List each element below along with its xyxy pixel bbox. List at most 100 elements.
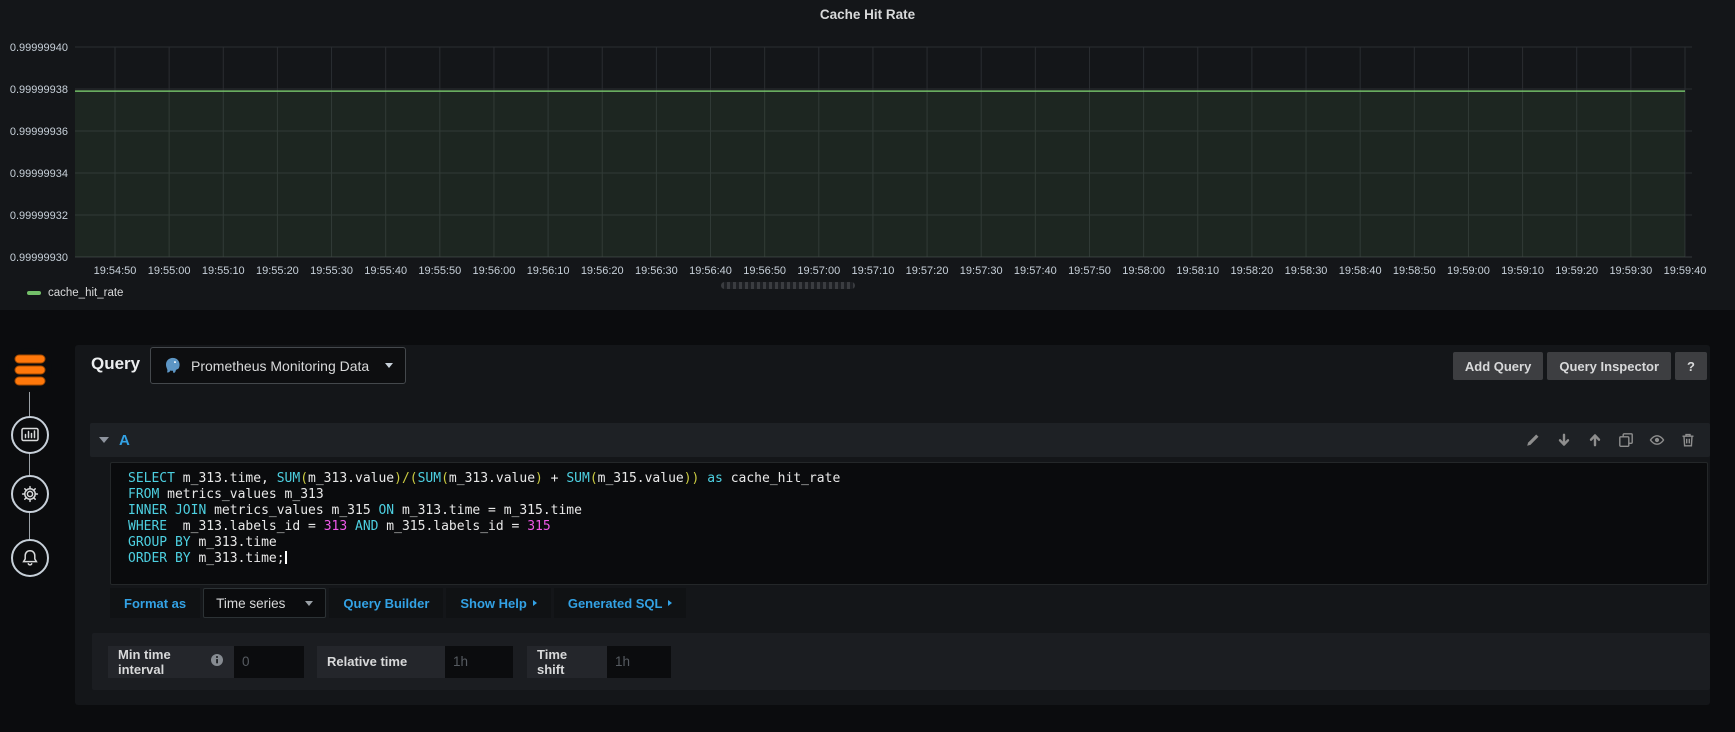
time-shift-input[interactable] bbox=[607, 645, 671, 678]
query-editor-card: Query Prometheus Monitoring Data Add Que… bbox=[75, 345, 1710, 705]
text-cursor bbox=[284, 551, 287, 564]
move-down-icon[interactable] bbox=[1556, 432, 1572, 448]
postgresql-elephant-icon bbox=[165, 357, 180, 373]
query-collapse-toggle[interactable]: A bbox=[90, 432, 130, 449]
show-help-button[interactable]: Show Help bbox=[446, 588, 551, 618]
x-tick-label: 19:56:50 bbox=[743, 265, 786, 277]
database-icon bbox=[14, 354, 46, 386]
x-tick-label: 19:55:30 bbox=[310, 265, 353, 277]
horizontal-scrollbar[interactable] bbox=[721, 282, 855, 289]
panel-title: Cache Hit Rate bbox=[819, 7, 916, 22]
bar-chart-icon bbox=[21, 427, 39, 442]
legend-series-label: cache_hit_rate bbox=[48, 287, 124, 299]
collapse-caret-icon bbox=[99, 437, 109, 443]
show-help-label: Show Help bbox=[460, 595, 527, 611]
y-tick-label: 0.99999936 bbox=[10, 126, 68, 138]
format-dropdown-value: Time series bbox=[216, 595, 286, 611]
x-tick-label: 19:59:10 bbox=[1501, 265, 1544, 277]
caret-right-icon bbox=[532, 600, 537, 606]
x-tick-label: 19:58:40 bbox=[1339, 265, 1382, 277]
x-tick-label: 19:57:20 bbox=[906, 265, 949, 277]
x-tick-label: 19:59:00 bbox=[1447, 265, 1490, 277]
legend-series-marker bbox=[27, 291, 41, 295]
time-shift-label: Time shift bbox=[527, 645, 607, 678]
bell-icon bbox=[22, 550, 38, 566]
x-tick-label: 19:55:20 bbox=[256, 265, 299, 277]
y-tick-label: 0.99999930 bbox=[10, 252, 68, 264]
min-time-interval-input[interactable] bbox=[234, 645, 304, 678]
x-tick-label: 19:55:00 bbox=[148, 265, 191, 277]
series-fill bbox=[75, 91, 1685, 257]
x-tick-label: 19:56:00 bbox=[473, 265, 516, 277]
x-tick-label: 19:59:40 bbox=[1664, 265, 1707, 277]
query-row-header: A bbox=[90, 423, 1710, 457]
datasource-name: Prometheus Monitoring Data bbox=[191, 357, 370, 374]
x-tick-label: 19:59:20 bbox=[1555, 265, 1598, 277]
y-tick-label: 0.99999932 bbox=[10, 210, 68, 222]
sql-line: GROUP BY m_313.time bbox=[128, 535, 277, 550]
chart-panel: 0.99999940 0.99999938 0.99999936 0.99999934… bbox=[0, 0, 1735, 310]
sql-line: SELECT m_313.time, SUM(m_313.value)/(SUM… bbox=[128, 471, 841, 486]
edit-pencil-icon[interactable] bbox=[1525, 432, 1541, 448]
x-tick-label: 19:58:50 bbox=[1393, 265, 1436, 277]
min-time-interval-group: Min time interval bbox=[108, 645, 307, 678]
query-ref-id: A bbox=[119, 431, 130, 449]
duplicate-icon[interactable] bbox=[1618, 432, 1634, 448]
x-tick-label: 19:58:30 bbox=[1285, 265, 1328, 277]
x-tick-label: 19:57:10 bbox=[852, 265, 895, 277]
eye-icon[interactable] bbox=[1649, 432, 1665, 448]
sql-line: INNER JOIN metrics_values m_315 ON m_313… bbox=[128, 503, 582, 518]
add-query-button[interactable]: Add Query bbox=[1452, 352, 1544, 380]
query-section-title: Query bbox=[91, 354, 141, 373]
chevron-down-icon bbox=[385, 363, 393, 368]
move-up-icon[interactable] bbox=[1587, 432, 1603, 448]
x-tick-label: 19:57:00 bbox=[797, 265, 840, 277]
sidebar-tab-queries[interactable] bbox=[8, 348, 52, 392]
sql-code-editor[interactable]: SELECT m_313.time, SUM(m_313.value)/(SUM… bbox=[110, 462, 1708, 585]
generated-sql-button[interactable]: Generated SQL bbox=[553, 588, 687, 618]
x-tick-label: 19:57:50 bbox=[1068, 265, 1111, 277]
gear-icon bbox=[21, 485, 39, 503]
chevron-down-icon bbox=[305, 600, 314, 606]
x-tick-label: 19:57:40 bbox=[1014, 265, 1057, 277]
legend-item-cache-hit-rate[interactable]: cache_hit_rate bbox=[27, 287, 123, 299]
generated-sql-label: Generated SQL bbox=[567, 595, 663, 611]
x-tick-label: 19:58:00 bbox=[1122, 265, 1165, 277]
sidebar-tab-alert[interactable] bbox=[11, 539, 49, 577]
time-shift-group: Time shift bbox=[527, 645, 671, 678]
time-series-chart: 0.99999940 0.99999938 0.99999936 0.99999934… bbox=[10, 42, 1707, 277]
min-time-interval-label: Min time interval bbox=[108, 645, 234, 678]
query-options-panel: Min time interval Relative time Time shi… bbox=[92, 633, 1710, 690]
y-tick-label: 0.99999940 bbox=[10, 42, 68, 54]
x-tick-label: 19:56:30 bbox=[635, 265, 678, 277]
x-tick-label: 19:58:10 bbox=[1176, 265, 1219, 277]
format-dropdown[interactable]: Time series bbox=[203, 588, 327, 618]
query-builder-button[interactable]: Query Builder bbox=[329, 588, 444, 618]
x-tick-label: 19:56:20 bbox=[581, 265, 624, 277]
query-inspector-button[interactable]: Query Inspector bbox=[1547, 352, 1672, 380]
datasource-picker[interactable]: Prometheus Monitoring Data bbox=[150, 347, 406, 384]
sidebar-connector-line bbox=[29, 388, 30, 558]
sql-line: FROM metrics_values m_313 bbox=[128, 487, 324, 502]
help-button[interactable]: ? bbox=[1675, 352, 1707, 380]
x-tick-label: 19:58:20 bbox=[1230, 265, 1273, 277]
sidebar-tab-visualization[interactable] bbox=[11, 416, 49, 454]
x-tick-label: 19:54:50 bbox=[94, 265, 137, 277]
x-tick-label: 19:55:40 bbox=[364, 265, 407, 277]
x-tick-label: 19:55:10 bbox=[202, 265, 245, 277]
info-icon[interactable] bbox=[210, 653, 224, 670]
relative-time-label: Relative time bbox=[317, 645, 445, 678]
x-tick-label: 19:56:10 bbox=[527, 265, 570, 277]
sql-editor-toolbar: Format as Time series Query Builder Show… bbox=[110, 588, 687, 618]
sql-line: ORDER BY m_313.time; bbox=[128, 551, 287, 566]
x-tick-label: 19:55:50 bbox=[418, 265, 461, 277]
format-as-label: Format as bbox=[110, 588, 201, 618]
relative-time-group: Relative time bbox=[317, 645, 517, 678]
sidebar-tab-general[interactable] bbox=[11, 475, 49, 513]
trash-icon[interactable] bbox=[1680, 432, 1696, 448]
sql-line: WHERE m_313.labels_id = 313 AND m_315.la… bbox=[128, 519, 551, 534]
x-tick-label: 19:59:30 bbox=[1609, 265, 1652, 277]
x-tick-label: 19:56:40 bbox=[689, 265, 732, 277]
relative-time-input[interactable] bbox=[445, 645, 513, 678]
x-tick-label: 19:57:30 bbox=[960, 265, 1003, 277]
